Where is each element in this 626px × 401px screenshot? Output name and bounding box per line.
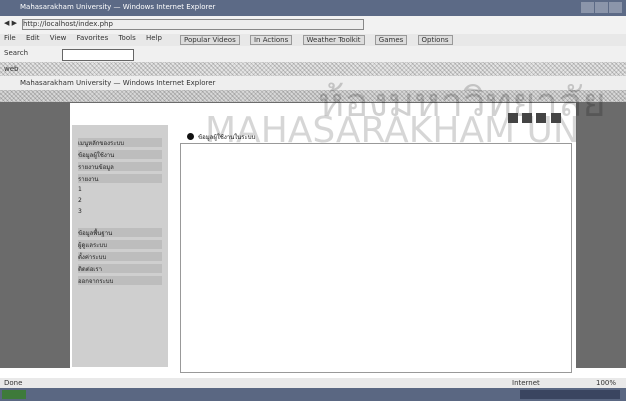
- nav-item-admin[interactable]: ผู้ดูแลระบบ: [78, 240, 162, 249]
- menu-tools[interactable]: Tools: [118, 34, 135, 42]
- nav-item-basic-data[interactable]: ข้อมูลพื้นฐาน: [78, 228, 162, 237]
- toolbar-button-games[interactable]: Games: [374, 35, 408, 45]
- system-tray: [520, 390, 620, 399]
- nav-item-main[interactable]: เมนูหลักของระบบ: [78, 138, 162, 147]
- settings-icon[interactable]: [536, 113, 547, 123]
- status-zone: Internet: [512, 379, 540, 387]
- content-pane: [180, 143, 572, 373]
- pane-title: ข้อมูลผู้ใช้งานในระบบ: [198, 134, 256, 141]
- nav-item-report-data[interactable]: รายงานข้อมูล: [78, 162, 162, 171]
- print-icon[interactable]: [522, 113, 533, 123]
- window-controls: [580, 2, 624, 13]
- page-tab[interactable]: Mahasarakham University — Windows Intern…: [20, 79, 215, 87]
- taskbar: [0, 388, 626, 401]
- minimize-button[interactable]: [581, 2, 594, 13]
- nav-item-report[interactable]: รายงาน: [78, 174, 162, 183]
- toolbar-button-weather[interactable]: Weather Toolkit: [302, 35, 365, 45]
- window-title-bar: Mahasarakham University — Windows Intern…: [0, 0, 626, 16]
- back-forward-icons[interactable]: ◀ ▶: [4, 19, 17, 27]
- nav-item-users[interactable]: ข้อมูลผู้ใช้งาน: [78, 150, 162, 159]
- toolbar-button-actions[interactable]: In Actions: [249, 35, 293, 45]
- address-row: ◀ ▶ http://localhost/index.php: [0, 16, 626, 34]
- status-bar: Done Internet 100%: [0, 378, 626, 388]
- nav-item-contact[interactable]: ติดต่อเรา: [78, 264, 162, 273]
- menu-edit[interactable]: Edit: [26, 34, 40, 42]
- status-text: Done: [4, 379, 23, 387]
- maximize-button[interactable]: [595, 2, 608, 13]
- menu-bar: File Edit View Favorites Tools Help Popu…: [0, 34, 626, 46]
- nav-item-logout[interactable]: ออกจากระบบ: [78, 276, 162, 285]
- start-button[interactable]: [2, 390, 26, 399]
- menu-favorites[interactable]: Favorites: [77, 34, 109, 42]
- zoom-level[interactable]: 100%: [596, 379, 616, 387]
- close-button[interactable]: [609, 2, 622, 13]
- search-label: Search: [4, 49, 29, 57]
- menu-view[interactable]: View: [50, 34, 67, 42]
- nav-item-settings[interactable]: ตั้งค่าระบบ: [78, 252, 162, 261]
- address-bar[interactable]: http://localhost/index.php: [22, 19, 364, 30]
- nav-subitem-1[interactable]: 1: [78, 186, 162, 195]
- tab-web[interactable]: web: [4, 65, 18, 73]
- menu-file[interactable]: File: [4, 34, 16, 42]
- nav-subitem-3[interactable]: 3: [78, 208, 162, 217]
- page-tool-icons: [508, 113, 563, 125]
- toolbar-links: Popular Videos In Actions Weather Toolki…: [180, 35, 461, 45]
- search-input[interactable]: [62, 49, 134, 61]
- nav-subitem-2[interactable]: 2: [78, 197, 162, 206]
- search-row: Search: [0, 46, 626, 62]
- toolbar-button-options[interactable]: Options: [417, 35, 453, 45]
- home-icon[interactable]: [508, 113, 518, 123]
- info-icon: [187, 133, 194, 140]
- menu-help[interactable]: Help: [146, 34, 162, 42]
- address-text: http://localhost/index.php: [23, 20, 113, 28]
- toolbar-button-videos[interactable]: Popular Videos: [180, 35, 240, 45]
- close-icon[interactable]: [550, 113, 561, 123]
- window-title: Mahasarakham University — Windows Intern…: [20, 3, 216, 11]
- left-navigation: เมนูหลักของระบบ ข้อมูลผู้ใช้งาน รายงานข้…: [72, 125, 168, 367]
